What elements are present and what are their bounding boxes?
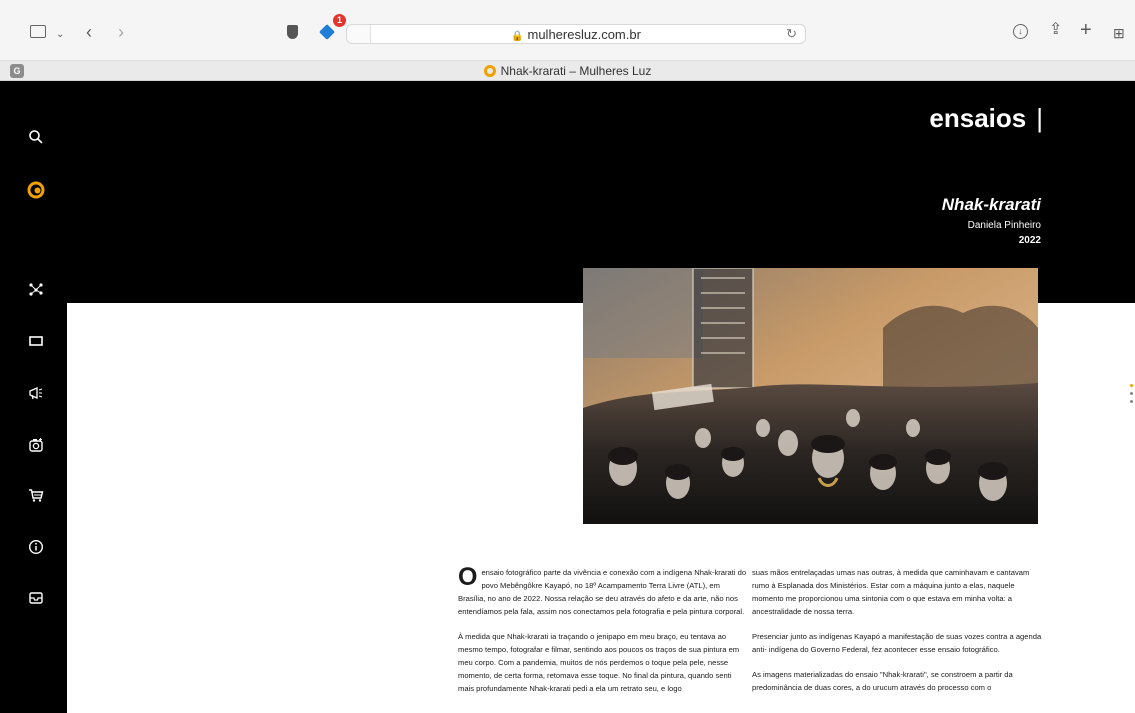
share-icon[interactable]: ⇪ [1049,22,1062,38]
page-title: ensaios | [929,103,1043,134]
reload-icon[interactable]: ↻ [786,26,797,42]
title-bar-glyph: | [1036,103,1043,133]
scroll-dot-active[interactable] [1130,384,1133,387]
article-paragraph: As imagens materializadas do ensaio "Nha… [752,670,1013,692]
new-tab-icon[interactable]: + [1080,20,1092,40]
essay-photograph [583,268,1038,524]
tab-title: Nhak-krarati – Mulheres Luz [500,64,652,78]
back-icon[interactable]: ‹ [86,23,92,41]
site-sidebar [0,81,67,713]
forward-icon[interactable]: › [118,23,124,41]
essay-title: Nhak-krarati [941,195,1041,214]
lock-icon: 🔒 [511,31,524,42]
article-right-column: suas mãos entrelaçadas umas nas outras, … [752,566,1042,706]
article-paragraph: À medida que Nhak-krarati ia traçando o … [458,632,740,693]
drop-cap: O [458,563,478,591]
network-icon[interactable] [26,281,46,301]
article-paragraph: suas mãos entrelaçadas umas nas outras, … [752,568,1030,616]
paragraph-text: ensaio fotográfico parte da vivência e c… [458,568,747,616]
essay-year: 2022 [1018,235,1041,246]
camera-icon[interactable] [26,437,46,457]
extension-cube-icon[interactable] [319,24,335,40]
browser-toolbar: ⌄ ‹ › 1 🔒 mulheresluz.com.br ↻ ↓ ⇪ + ⊞ [0,0,1135,60]
chevron-down-icon[interactable]: ⌄ [56,27,64,43]
download-icon[interactable]: ↓ [1013,24,1028,39]
cart-icon[interactable] [26,487,46,507]
address-bar[interactable]: 🔒 mulheresluz.com.br ↻ [346,24,806,44]
article-left-column: Oensaio fotográfico parte da vivência e … [458,563,748,707]
tab-overview-icon[interactable]: ⊞ [1113,25,1125,41]
gallery-icon[interactable] [26,333,46,353]
section-title: ensaios [929,103,1027,133]
search-icon[interactable] [26,129,46,149]
scroll-dot[interactable] [1130,400,1133,403]
logo-icon[interactable] [26,181,46,201]
megaphone-icon[interactable] [26,385,46,405]
tab-bar: G Nhak-krarati – Mulheres Luz [0,60,1135,81]
article-paragraph: Presenciar junto as indígenas Kayapó a m… [752,632,1042,654]
scroll-dot[interactable] [1130,392,1133,395]
shield-icon[interactable] [287,25,298,39]
site-favicon-icon [483,65,496,77]
url-text: mulheresluz.com.br [527,27,641,42]
address-text: 🔒 mulheresluz.com.br [347,27,805,42]
sidebar-toggle-icon[interactable] [30,25,46,38]
section-scroll-indicator[interactable] [1130,384,1135,408]
active-tab[interactable]: Nhak-krarati – Mulheres Luz [0,64,1135,78]
essay-author: Daniela Pinheiro [967,220,1041,231]
info-icon[interactable] [26,539,46,559]
crowd-photo-illustration [583,268,1038,524]
extension-badge: 1 [333,14,346,27]
article-paragraph: Oensaio fotográfico parte da vivência e … [458,563,748,618]
mail-icon[interactable] [26,590,46,610]
